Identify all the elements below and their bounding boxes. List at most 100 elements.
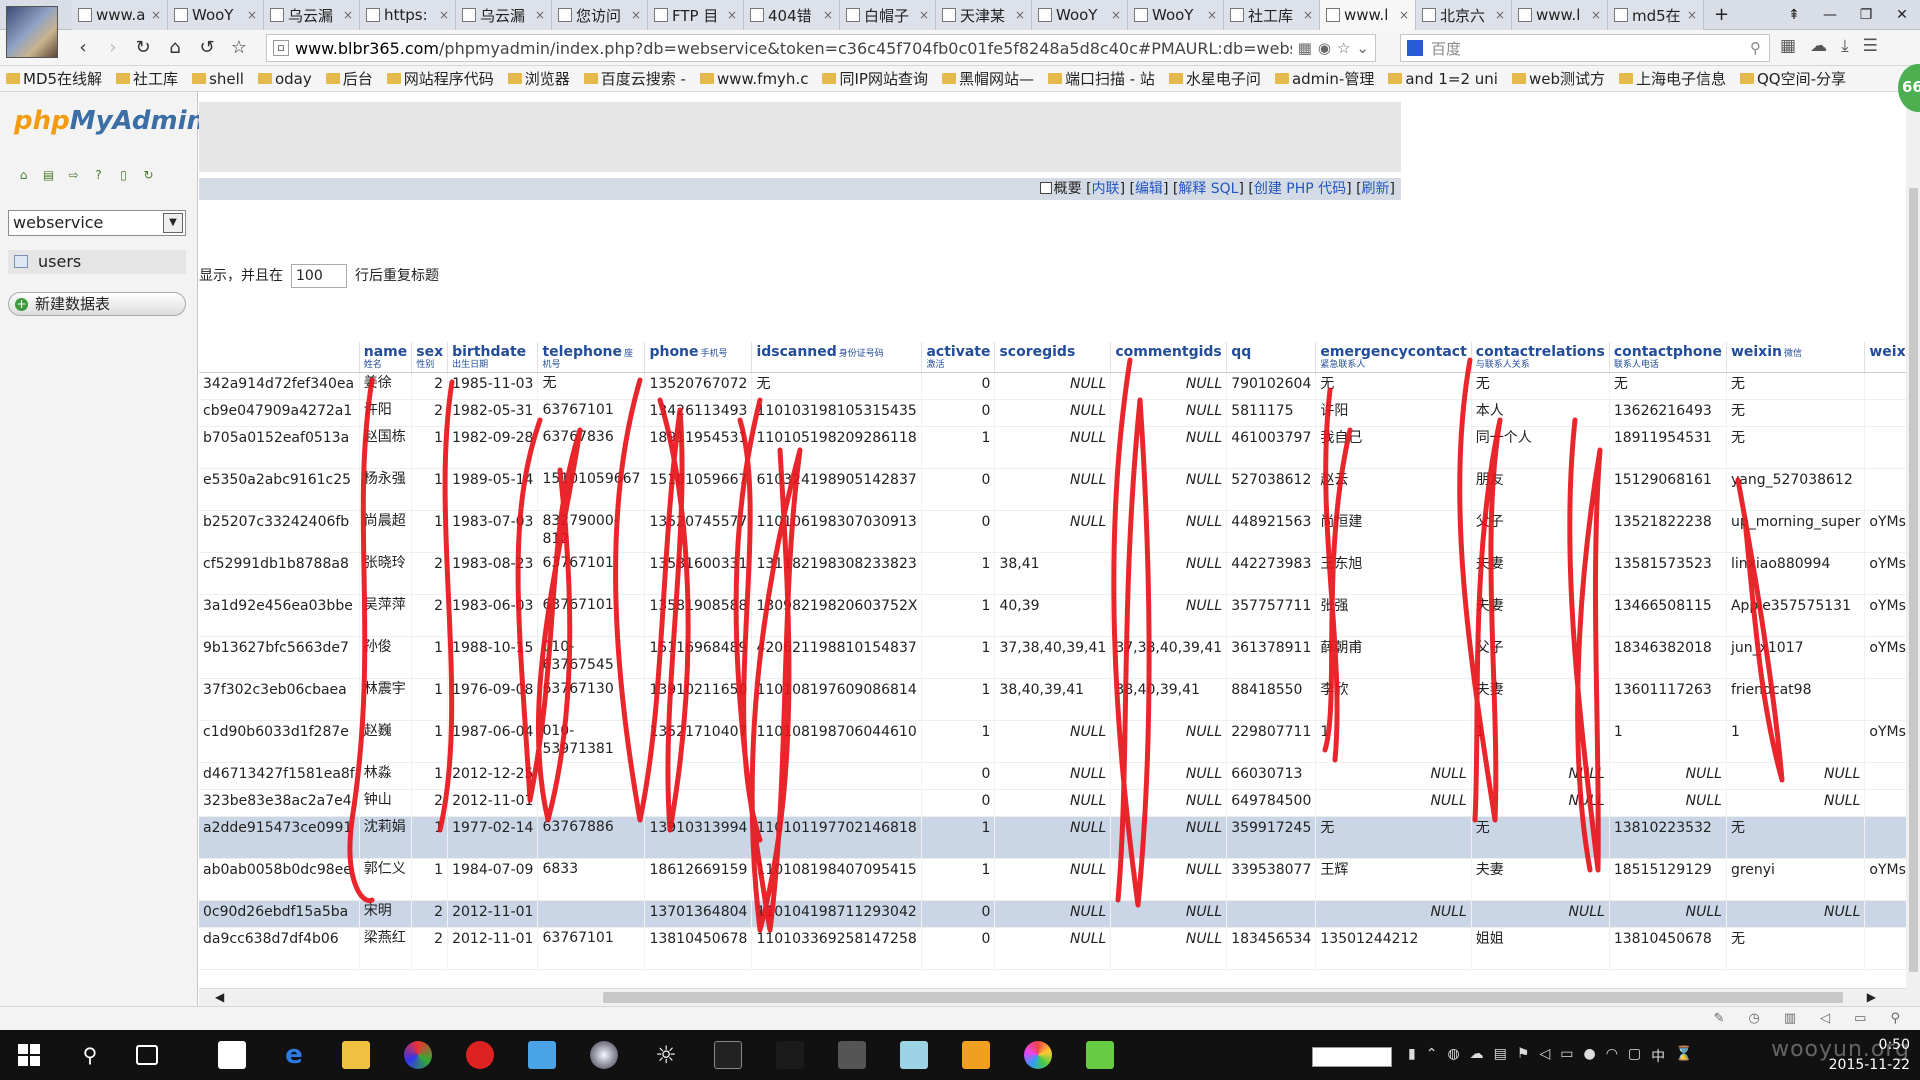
ime-icon[interactable]: 中 [1651,1046,1665,1066]
bookmark-item[interactable]: web测试方 [1511,68,1605,89]
table-cell[interactable]: 夫妻 [1471,594,1610,637]
table-cell[interactable]: NULL [1110,510,1228,553]
table-cell[interactable]: 442273983 [1226,552,1317,595]
table-cell[interactable]: NULL [1110,372,1228,400]
browser-tab[interactable]: 404错 × [744,0,840,30]
chevron-down-icon[interactable]: ▼ [163,213,183,233]
table-cell[interactable]: 吴萍萍 [359,594,413,637]
table-cell[interactable]: 张晓玲 [359,552,413,595]
database-select[interactable]: webservice ▼ [8,210,186,236]
table-cell[interactable]: 无 [1726,399,1866,427]
table-cell[interactable]: 0 [921,510,996,553]
table-cell[interactable]: NULL [1609,900,1727,928]
tab-close-icon[interactable]: × [727,8,737,22]
table-cell[interactable]: 无 [751,372,923,400]
restore-button[interactable]: ❐ [1848,0,1884,30]
bookmark-item[interactable]: QQ空间-分享 [1740,68,1846,89]
table-row[interactable]: 3a1d92e456ea03bbe 吴萍萍 2 1983-06-03 63767101 1… [199,594,1906,637]
cloud-icon[interactable]: ☁ [1470,1046,1484,1066]
table-cell[interactable] [1864,678,1906,721]
table-cell[interactable]: 13521822238 [1609,510,1727,553]
table-cell[interactable]: 13466508115 [1609,594,1727,637]
table-cell[interactable]: 1987-06-04 [447,720,539,763]
table-cell[interactable]: 无 [1315,816,1472,859]
table-cell[interactable]: 63767130 [537,678,646,721]
table-cell[interactable]: 无 [1609,372,1727,400]
table-cell[interactable]: 1 [1726,720,1866,763]
table-cell[interactable]: cf52991db1b8788a8 [199,552,360,595]
column-header[interactable]: telephone 座机号 [537,342,646,373]
column-header[interactable]: birthdate 出生日期 [447,342,539,373]
chevron-up-icon[interactable]: ⌃ [1426,1046,1438,1066]
table-cell[interactable]: 40,39 [994,594,1112,637]
help-icon[interactable]: ? [91,168,106,183]
table-cell[interactable]: grenyi [1726,858,1866,901]
bookmark-item[interactable]: www.fmyh.c [699,70,808,88]
table-cell[interactable]: 同一个人 [1471,426,1610,469]
table-cell[interactable] [644,789,753,817]
bookmark-item[interactable]: 浏览器 [507,68,570,89]
download-icon[interactable]: ⤓ [1841,36,1849,56]
table-cell[interactable]: 1 [411,510,449,553]
browser-tab[interactable]: 社工库 × [1224,0,1320,30]
table-cell[interactable]: 夫妻 [1471,552,1610,595]
tab-close-icon[interactable]: × [823,8,833,22]
table-cell[interactable]: 1977-02-14 [447,816,539,859]
table-cell[interactable]: 1982-05-31 [447,399,539,427]
table-cell[interactable]: 38,41 [994,552,1112,595]
bookmark-item[interactable]: oday [257,70,312,88]
table-cell[interactable]: 尚晨超 [359,510,413,553]
browser-tab[interactable]: 北京六 × [1416,0,1512,30]
table-cell[interactable]: c1d90b6033d1f287e [199,720,360,763]
wifi-icon[interactable]: ◠ [1606,1046,1618,1066]
table-cell[interactable]: 1 [921,678,996,721]
table-cell[interactable]: NULL [1110,762,1228,790]
table-cell[interactable]: 110108197609086814 [751,678,923,721]
tab-close-icon[interactable]: × [1015,8,1025,22]
undo-icon[interactable]: ↺ [194,36,220,60]
table-cell[interactable]: 1985-11-03 [447,372,539,400]
table-row[interactable]: a2dde915473ce0991 沈莉娟 1 1977-02-14 63767886 1… [199,816,1906,859]
table-cell[interactable]: 1 [411,426,449,469]
qq-browser-icon[interactable] [528,1041,556,1069]
table-cell[interactable]: 1 [411,858,449,901]
table-cell[interactable]: NULL [1315,762,1472,790]
profile-checkbox[interactable] [1039,182,1052,194]
table-cell[interactable]: NULL [1110,858,1228,901]
table-cell[interactable]: NULL [994,762,1112,790]
table-cell[interactable]: 18346382018 [1609,636,1727,679]
bookmark-item[interactable]: 百度云搜索 - [583,68,686,89]
bookmark-item[interactable]: and 1=2 uni [1388,70,1498,88]
table-cell[interactable]: NULL [994,858,1112,901]
table-cell[interactable]: 1983-07-03 [447,510,539,553]
table-cell[interactable]: jun_x1017 [1726,636,1866,679]
tab-close-icon[interactable]: × [247,8,257,22]
column-header[interactable]: emergencycontact 紧急联系人 [1315,342,1472,373]
bookmark-item[interactable]: 同IP网站查询 [822,68,928,89]
table-cell[interactable]: NULL [994,900,1112,928]
table-cell[interactable] [1864,468,1906,511]
table-cell[interactable]: cb9e047909a4272a1 [199,399,360,427]
network-icon[interactable]: ◍ [1447,1046,1459,1066]
table-cell[interactable] [537,762,646,790]
table-cell[interactable]: 赵巍 [359,720,413,763]
table-cell[interactable]: 18612669159 [644,858,753,901]
table-cell[interactable]: 3a1d92e456ea03bbe [199,594,360,637]
table-cell[interactable] [1864,927,1906,970]
table-row[interactable]: 342a914d72fef340ea 姜徐 2 1985-11-03 无 13520767… [199,372,1906,400]
eclipse-icon[interactable] [590,1041,618,1069]
table-cell[interactable]: 37,38,40,39,41 [1110,636,1228,679]
table-cell[interactable]: 1 [1315,720,1472,763]
volume-icon[interactable]: ◁ [1539,1046,1550,1066]
table-cell[interactable]: 0 [921,399,996,427]
table-cell[interactable]: 1 [921,720,996,763]
table-cell[interactable] [537,900,646,928]
table-row[interactable]: da9cc638d7df4b06 梁燕红 2 2012-11-01 63767101 13… [199,927,1906,970]
column-header[interactable]: weixinid [1864,342,1906,373]
table-cell[interactable]: 63767101 [537,552,646,595]
table-cell[interactable]: 2 [411,552,449,595]
table-cell[interactable]: 13810450678 [1609,927,1727,970]
table-cell[interactable]: NULL [1110,468,1228,511]
table-cell[interactable]: NULL [1726,762,1866,790]
table-cell[interactable]: NULL [1110,552,1228,595]
